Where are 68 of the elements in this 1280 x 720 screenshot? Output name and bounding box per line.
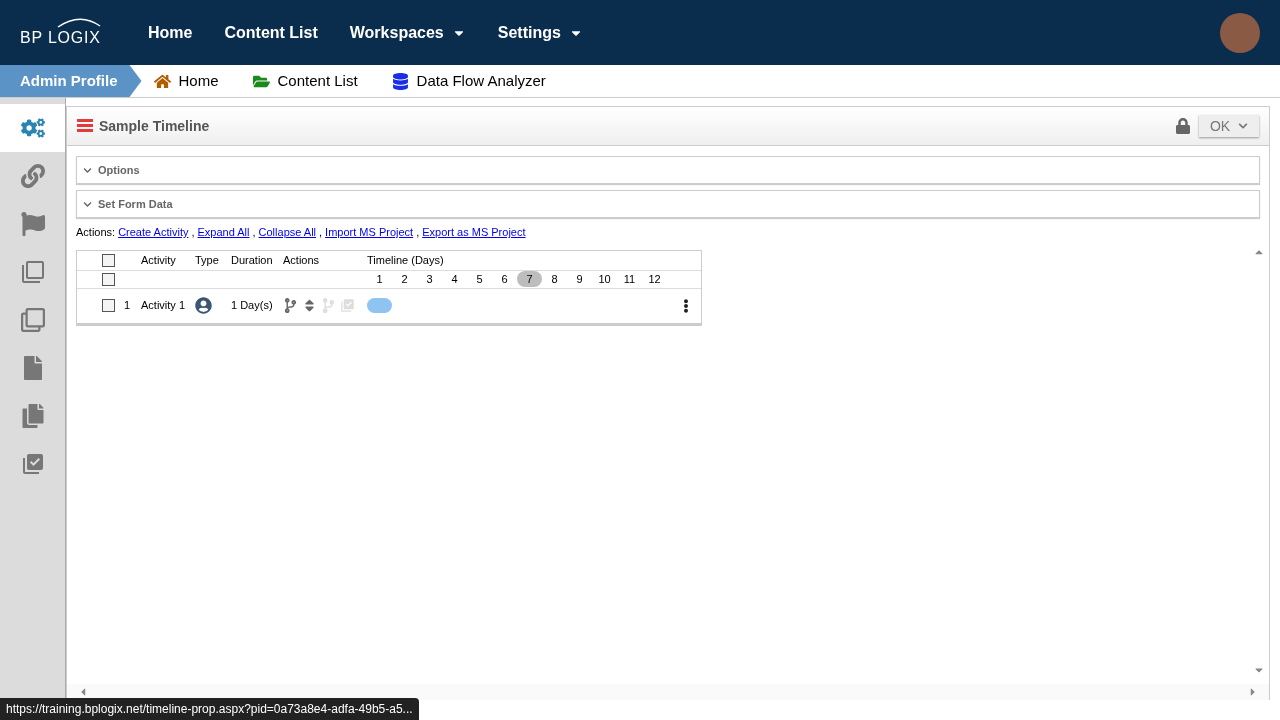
chevron-icon: [83, 199, 92, 209]
sidebar-icon: [20, 452, 45, 476]
day-label[interactable]: 5: [467, 270, 492, 288]
logo-text[interactable]: BP LOGIX: [20, 25, 130, 50]
separator-comma: ,: [416, 225, 420, 240]
action-link[interactable]: Create Activity: [118, 224, 189, 241]
collapsible-section[interactable]: Options: [76, 156, 1260, 184]
action-link[interactable]: Expand All: [197, 224, 250, 241]
sort-icon[interactable]: [302, 298, 317, 313]
sidebar-icon: [20, 260, 45, 284]
nav-item[interactable]: Home: [148, 20, 193, 45]
branch-icon: [321, 298, 336, 313]
breadcrumb-link[interactable]: Home: [153, 69, 219, 93]
logo-arc-icon: [56, 15, 102, 28]
day-label[interactable]: 10: [592, 270, 617, 288]
branch-icon[interactable]: [283, 298, 298, 313]
checkbox[interactable]: [102, 299, 115, 312]
task-icon: [340, 298, 355, 313]
day-label[interactable]: 11: [617, 270, 642, 288]
sidebar-icon: [20, 308, 45, 332]
separator-comma: ,: [191, 225, 195, 240]
separator-comma: ,: [319, 225, 323, 240]
sidebar-tab[interactable]: [0, 104, 65, 152]
ok-button[interactable]: OK: [1199, 115, 1259, 137]
timeline-icon: [77, 119, 93, 133]
duration: 1 Day(s): [231, 298, 274, 314]
day-label[interactable]: 8: [542, 270, 567, 288]
breadcrumb-link[interactable]: Data Flow Analyzer: [391, 69, 546, 93]
checkbox[interactable]: [102, 272, 115, 286]
column-header: Duration: [231, 252, 274, 268]
nav-item[interactable]: Workspaces: [349, 20, 466, 45]
chevron-icon: [83, 165, 92, 175]
chevron-down-icon: [1238, 121, 1249, 131]
sidebar-icon: [20, 404, 45, 428]
day-label[interactable]: 4: [442, 270, 467, 288]
user-icon: [195, 297, 212, 314]
day-label[interactable]: 9: [567, 270, 592, 288]
collapsible-section[interactable]: Set Form Data: [76, 190, 1260, 218]
sidebar-icon: [20, 116, 45, 140]
sidebar-icon: [20, 212, 45, 236]
column-header: Activity: [141, 252, 177, 268]
day-label[interactable]: 6: [492, 270, 517, 288]
row-number: 1: [124, 298, 132, 314]
panel-title: Sample Timeline: [99, 116, 210, 136]
activity-name: Activity 1: [141, 298, 186, 314]
status-url-tooltip: https://training.bplogix.net/timeline-prop.aspx?pid=0a73a8e4-adfa-49b5-a5...: [0, 698, 419, 720]
day-label[interactable]: 2: [392, 270, 417, 288]
lock-icon: [1175, 118, 1191, 134]
action-link[interactable]: Import MS Project: [325, 224, 414, 241]
nav-item[interactable]: Content List: [224, 20, 318, 45]
database-icon: [391, 72, 409, 90]
column-header: Actions: [283, 252, 321, 268]
timeline-bar[interactable]: [367, 298, 392, 313]
day-label[interactable]: 1: [367, 270, 392, 288]
day-label[interactable]: 3: [417, 270, 442, 288]
separator-comma: ,: [252, 225, 256, 240]
breadcrumb-link[interactable]: Content List: [252, 69, 358, 93]
checkbox[interactable]: [102, 253, 115, 267]
actions-label: Actions:: [76, 225, 116, 240]
avatar[interactable]: [1220, 12, 1260, 53]
column-header: Type: [195, 252, 220, 268]
nav-item[interactable]: Settings: [497, 20, 583, 45]
day-label[interactable]: 12: [642, 270, 667, 288]
home-icon: [153, 72, 171, 90]
action-link[interactable]: Export as MS Project: [422, 224, 526, 241]
sidebar-icon: [20, 164, 45, 188]
column-header: Timeline (Days): [367, 252, 444, 268]
action-link[interactable]: Collapse All: [258, 224, 317, 241]
